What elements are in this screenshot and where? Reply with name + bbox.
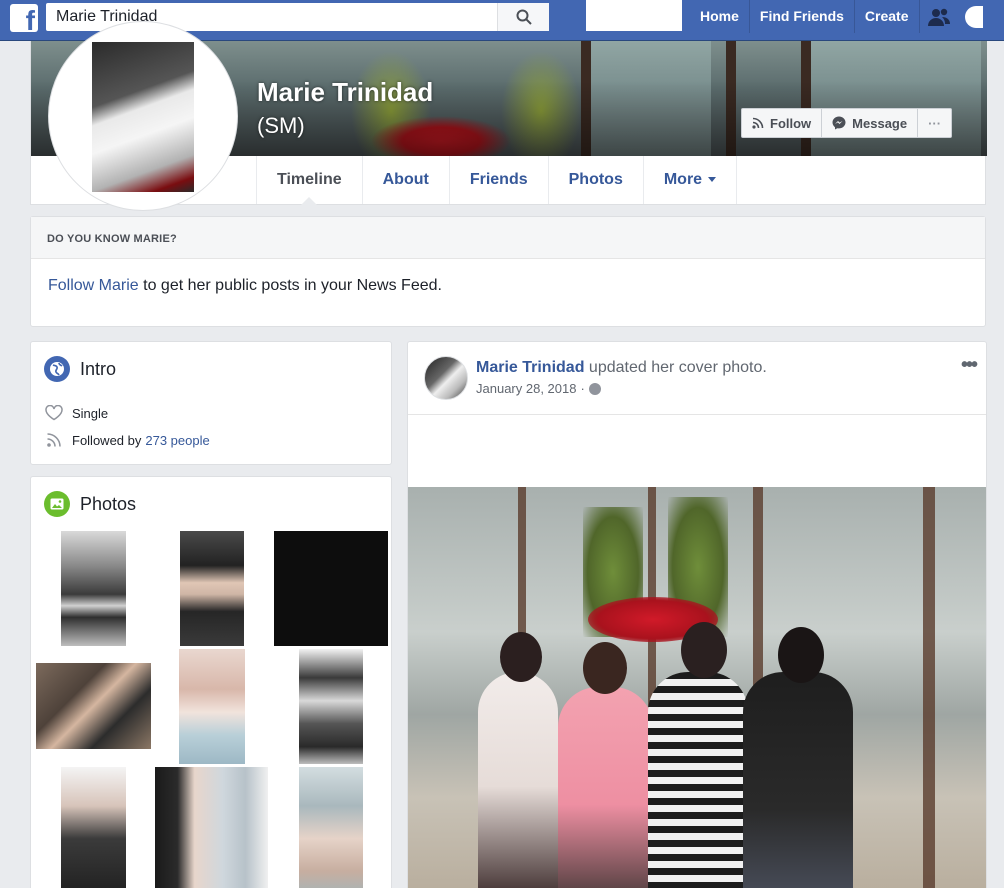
- blank-area: [586, 0, 682, 31]
- post-cover-photo[interactable]: [408, 487, 986, 888]
- do-you-know-heading: DO YOU KNOW MARIE?: [31, 217, 985, 259]
- tab-friends[interactable]: Friends: [448, 156, 548, 204]
- photo-thumbnail[interactable]: [61, 767, 126, 888]
- photo-icon: [44, 491, 70, 517]
- tab-more[interactable]: More: [642, 156, 738, 204]
- image-person: [558, 687, 653, 888]
- top-nav: Home Find Friends Create: [690, 0, 983, 33]
- post-date[interactable]: January 28, 2018: [476, 381, 576, 396]
- follow-marie-link[interactable]: Follow Marie: [48, 277, 139, 294]
- photo-thumbnail[interactable]: [299, 649, 363, 764]
- tab-timeline[interactable]: Timeline: [256, 156, 362, 205]
- profile-alternate-name: (SM): [257, 113, 305, 138]
- intro-followers: Followed by 273 people: [44, 432, 210, 448]
- photo-thumbnail[interactable]: [36, 663, 151, 749]
- search-button[interactable]: [497, 3, 549, 31]
- rss-icon: [44, 432, 64, 448]
- photo-thumbnail[interactable]: [180, 531, 244, 646]
- more-options-label: ···: [928, 115, 942, 131]
- do-you-know-body: Follow Marie to get her public posts in …: [31, 259, 985, 295]
- post-date-row: January 28, 2018 ·: [476, 381, 601, 396]
- post-divider: [408, 414, 986, 415]
- post-header: Marie Trinidad updated her cover photo.: [476, 359, 767, 377]
- image-person-head: [681, 622, 727, 678]
- relationship-status: Single: [72, 405, 109, 421]
- tab-about[interactable]: About: [361, 156, 449, 204]
- follow-button[interactable]: Follow: [742, 109, 823, 137]
- image-person-head: [583, 642, 627, 694]
- image-person: [743, 672, 853, 888]
- photo-thumbnail[interactable]: [61, 531, 126, 646]
- search-icon: [516, 9, 532, 25]
- nav-find-friends[interactable]: Find Friends: [748, 0, 854, 33]
- profile-photo-image: [92, 42, 194, 192]
- follow-label: Follow: [770, 115, 812, 131]
- photos-card: Photos: [30, 476, 392, 888]
- more-options-button[interactable]: ···: [918, 109, 951, 137]
- heart-icon: [44, 405, 64, 421]
- image-frame: [923, 487, 935, 888]
- tab-photos[interactable]: Photos: [547, 156, 643, 204]
- post-card: Marie Trinidad updated her cover photo. …: [407, 341, 987, 888]
- photo-thumbnail[interactable]: [274, 531, 388, 646]
- post-author-link[interactable]: Marie Trinidad: [476, 359, 584, 376]
- nav-home[interactable]: Home: [690, 0, 749, 33]
- photo-thumbnail[interactable]: [299, 767, 363, 888]
- caret-down-icon: [708, 177, 717, 183]
- intro-relationship: Single: [44, 405, 108, 421]
- followers-link[interactable]: 273 people: [145, 433, 209, 448]
- messenger-icon: [832, 116, 846, 130]
- do-you-know-text: to get her public posts in your News Fee…: [138, 277, 442, 294]
- profile-tabs: Timeline About Friends Photos More: [256, 156, 738, 205]
- image-person: [478, 672, 558, 888]
- post-date-separator: ·: [580, 381, 585, 396]
- post-options-button[interactable]: •••: [961, 354, 978, 377]
- friends-icon: [928, 8, 950, 26]
- post-action-text: updated her cover photo.: [584, 359, 767, 376]
- globe-icon: [44, 356, 70, 382]
- globe-icon[interactable]: [588, 382, 601, 395]
- photos-title-label: Photos: [80, 493, 137, 514]
- profile-header: Marie Trinidad (SM) Follow Message ··· T…: [30, 21, 987, 211]
- facebook-logo-icon[interactable]: f: [10, 4, 38, 35]
- photos-title: Photos: [44, 491, 136, 517]
- intro-title: Intro: [44, 356, 116, 382]
- intro-title-label: Intro: [80, 358, 117, 379]
- profile-actions: Follow Message ···: [741, 108, 953, 138]
- profile-picture[interactable]: [48, 21, 238, 211]
- photo-thumbnail[interactable]: [155, 767, 268, 888]
- rss-icon: [752, 117, 764, 129]
- message-button[interactable]: Message: [822, 109, 919, 137]
- image-person-head: [500, 632, 542, 682]
- image-person-head: [778, 627, 824, 683]
- message-label: Message: [852, 115, 908, 131]
- friend-requests-button[interactable]: [918, 0, 959, 33]
- photo-thumbnail[interactable]: [179, 649, 245, 764]
- account-avatar[interactable]: [964, 5, 983, 28]
- profile-name[interactable]: Marie Trinidad: [257, 77, 433, 108]
- nav-create[interactable]: Create: [853, 0, 919, 33]
- post-author-avatar[interactable]: [424, 356, 468, 400]
- image-person: [648, 672, 748, 888]
- intro-card: Intro Single Followed by 273 people: [30, 341, 392, 465]
- do-you-know-card: DO YOU KNOW MARIE? Follow Marie to get h…: [30, 216, 986, 327]
- tab-more-label: More: [663, 171, 703, 188]
- followed-by-label: Followed by: [72, 432, 142, 448]
